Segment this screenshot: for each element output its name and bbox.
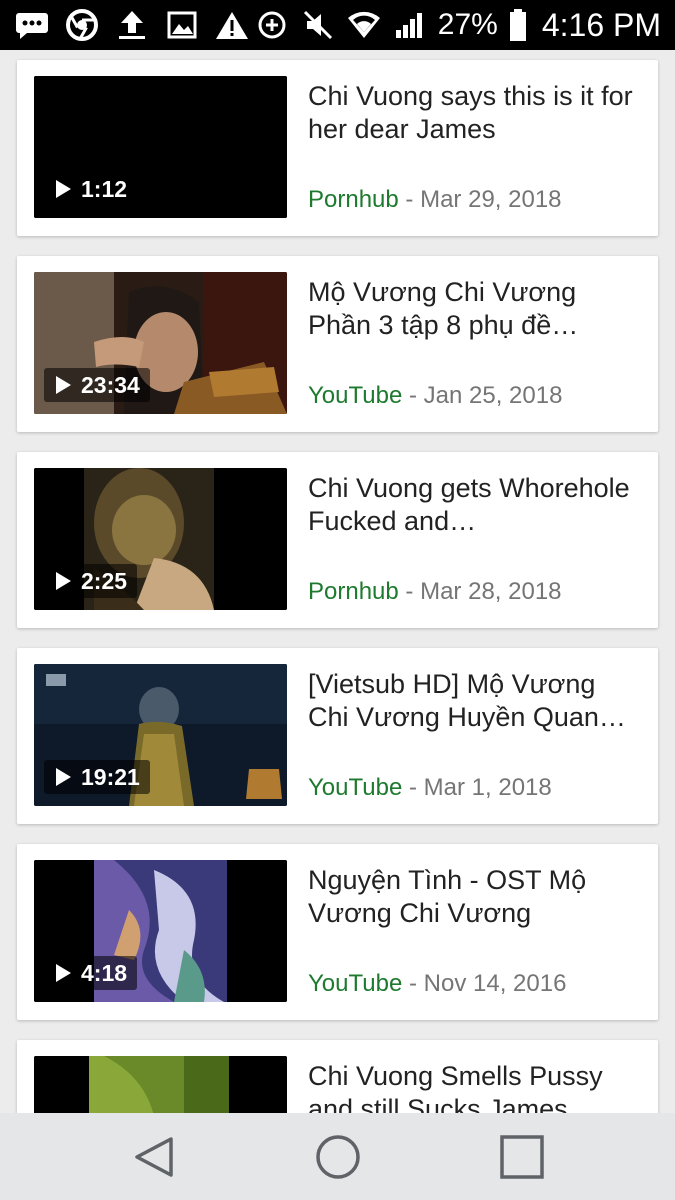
video-thumbnail[interactable]: 2:25: [34, 468, 287, 610]
video-meta: YouTube - Nov 14, 2016: [308, 970, 566, 998]
gallery-icon: [164, 7, 200, 43]
status-bar: 27% 4:16 PM: [0, 0, 675, 50]
video-source: YouTube: [308, 970, 403, 997]
meta-separator: -: [405, 578, 414, 605]
signal-icon: [392, 7, 428, 43]
video-date: Nov 14, 2016: [423, 970, 567, 997]
messaging-icon: [14, 7, 50, 43]
video-title[interactable]: Mộ Vương Chi Vương Phần 3 tập 8 phụ đề…: [308, 276, 638, 342]
meta-separator: -: [408, 774, 417, 801]
home-icon[interactable]: [312, 1131, 364, 1183]
video-result-card[interactable]: 19:21 [Vietsub HD] Mộ Vương Chi Vương Hu…: [17, 648, 658, 824]
video-source: Pornhub: [308, 578, 399, 605]
wifi-icon: [346, 7, 382, 43]
video-result-card[interactable]: 23:34 Mộ Vương Chi Vương Phần 3 tập 8 ph…: [17, 256, 658, 432]
play-icon: [56, 964, 71, 982]
video-thumbnail[interactable]: 4:18: [34, 860, 287, 1002]
clock: 4:16 PM: [541, 6, 661, 43]
warning-icon: [214, 7, 250, 43]
data-saver-icon: [254, 7, 290, 43]
video-results-feed[interactable]: 1:12 Chi Vuong says this is it for her d…: [0, 50, 675, 1113]
video-result-card[interactable]: 2:25 Chi Vuong gets Whorehole Fucked and…: [17, 452, 658, 628]
video-result-card[interactable]: 1:12 Chi Vuong says this is it for her d…: [17, 60, 658, 236]
duration-badge: 2:25: [44, 564, 138, 598]
video-meta: YouTube - Jan 25, 2018: [308, 382, 562, 410]
video-title[interactable]: Chi Vuong says this is it for her dear J…: [308, 80, 638, 146]
meta-separator: -: [408, 382, 417, 409]
duration-badge: 19:21: [44, 760, 150, 794]
video-title[interactable]: Chi Vuong gets Whorehole Fucked and…: [308, 472, 638, 538]
video-thumbnail[interactable]: [34, 1056, 287, 1113]
battery-icon: [508, 7, 528, 43]
video-meta: YouTube - Mar 1, 2018: [308, 774, 552, 802]
recents-icon[interactable]: [496, 1131, 548, 1183]
video-meta: Pornhub - Mar 29, 2018: [308, 186, 562, 214]
play-icon: [56, 572, 71, 590]
video-duration: 1:12: [81, 175, 128, 202]
video-source: Pornhub: [308, 186, 399, 213]
chrome-icon: [64, 7, 100, 43]
video-duration: 4:18: [81, 959, 128, 986]
video-result-card[interactable]: 4:18 Nguyện Tình - OST Mộ Vương Chi Vươn…: [17, 844, 658, 1020]
play-icon: [56, 768, 71, 786]
upload-icon: [114, 7, 150, 43]
battery-percent: 27%: [437, 8, 498, 41]
video-title[interactable]: Chi Vuong Smells Pussy and still Sucks J…: [308, 1060, 638, 1113]
meta-separator: -: [408, 970, 417, 997]
video-date: Mar 29, 2018: [420, 186, 562, 213]
video-meta: Pornhub - Mar 28, 2018: [308, 578, 562, 606]
video-date: Mar 28, 2018: [420, 578, 562, 605]
video-duration: 2:25: [81, 567, 128, 594]
video-title[interactable]: Nguyện Tình - OST Mộ Vương Chi Vương: [308, 864, 638, 930]
duration-badge: 4:18: [44, 956, 138, 990]
video-date: Mar 1, 2018: [423, 774, 552, 801]
video-duration: 23:34: [81, 371, 140, 398]
meta-separator: -: [405, 186, 414, 213]
video-source: YouTube: [308, 382, 403, 409]
video-result-card[interactable]: Chi Vuong Smells Pussy and still Sucks J…: [17, 1040, 658, 1113]
video-thumbnail[interactable]: 19:21: [34, 664, 287, 806]
play-icon: [56, 180, 71, 198]
play-icon: [56, 376, 71, 394]
video-source: YouTube: [308, 774, 403, 801]
mute-icon: [300, 7, 336, 43]
video-thumbnail[interactable]: 1:12: [34, 76, 287, 218]
video-date: Jan 25, 2018: [423, 382, 563, 409]
duration-badge: 1:12: [44, 172, 138, 206]
video-title[interactable]: [Vietsub HD] Mộ Vương Chi Vương Huyền Qu…: [308, 668, 638, 734]
system-navigation-bar: [0, 1113, 675, 1200]
duration-badge: 23:34: [44, 368, 150, 402]
video-thumbnail[interactable]: 23:34: [34, 272, 287, 414]
back-icon[interactable]: [128, 1131, 180, 1183]
video-duration: 19:21: [81, 763, 140, 790]
